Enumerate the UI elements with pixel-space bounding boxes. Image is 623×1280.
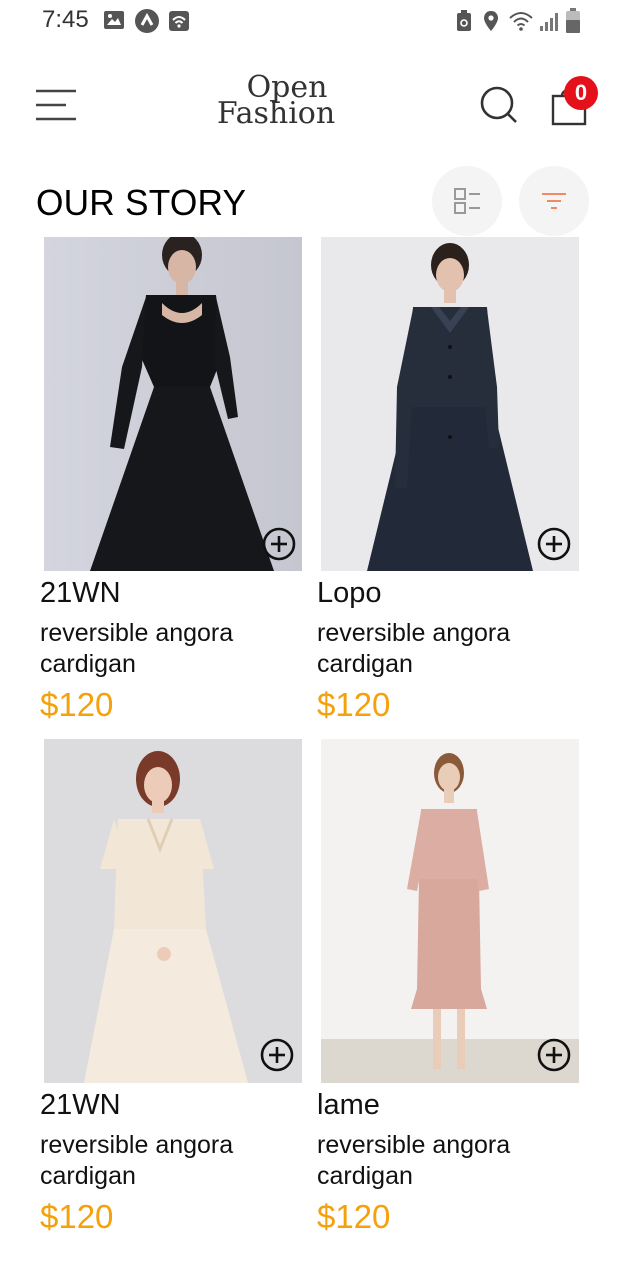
- add-to-cart-button[interactable]: [535, 525, 573, 563]
- product-name: reversible angora cardigan: [317, 619, 511, 678]
- product-image[interactable]: [44, 739, 302, 1083]
- filter-icon: [542, 193, 566, 209]
- search-button[interactable]: [478, 84, 520, 126]
- location-icon: [484, 11, 498, 31]
- product-brand: 21WN: [40, 1089, 121, 1121]
- black-dress-photo: [44, 237, 302, 571]
- plus-circle-icon: [260, 1038, 294, 1072]
- app-header: Open Fashion: [0, 60, 623, 160]
- logo-line-2: Fashion: [216, 96, 336, 131]
- cart-count-badge: 0: [564, 76, 598, 110]
- wifi-icon: [509, 12, 533, 31]
- plus-circle-icon: [537, 1038, 571, 1072]
- product-brand: lame: [317, 1089, 380, 1121]
- wifi-notification-icon: [169, 11, 189, 31]
- add-to-cart-button[interactable]: [535, 1036, 573, 1074]
- cream-dress-photo: [44, 739, 302, 1083]
- product-name: reversible angora cardigan: [40, 1131, 234, 1190]
- product-brand: 21WN: [40, 577, 121, 609]
- battery-icon: [566, 8, 580, 33]
- plus-circle-icon: [262, 527, 296, 561]
- app-logo: Open Fashion: [196, 73, 356, 138]
- list-view-icon: [454, 188, 480, 214]
- product-price: $120: [40, 1198, 114, 1235]
- search-icon: [480, 86, 517, 123]
- product-brand: Lopo: [317, 577, 382, 609]
- status-time: 7:45: [42, 6, 89, 33]
- gallery-notification-icon: [104, 11, 124, 29]
- app-notification-icon: [135, 9, 159, 33]
- product-image[interactable]: [321, 739, 579, 1083]
- filter-button[interactable]: [519, 166, 589, 236]
- view-toggle-button[interactable]: [432, 166, 502, 236]
- signal-icon: [540, 13, 558, 31]
- product-price: $120: [40, 686, 114, 723]
- menu-button[interactable]: [34, 88, 78, 122]
- navy-dress-photo: [321, 237, 579, 571]
- pink-dress-photo: [321, 739, 579, 1083]
- product-image[interactable]: [321, 237, 579, 571]
- page-title: OUR STORY: [36, 182, 247, 223]
- add-to-cart-button[interactable]: [258, 1036, 296, 1074]
- add-to-cart-button[interactable]: [260, 525, 298, 563]
- plus-circle-icon: [537, 527, 571, 561]
- product-price: $120: [317, 1198, 391, 1235]
- product-name: reversible angora cardigan: [317, 1131, 511, 1190]
- title-row: OUR STORY: [0, 166, 623, 238]
- menu-icon: [36, 89, 76, 121]
- status-bar: 7:45: [0, 0, 623, 44]
- product-name: reversible angora cardigan: [40, 619, 234, 678]
- product-price: $120: [317, 686, 391, 723]
- data-saver-icon: [457, 10, 471, 31]
- product-image[interactable]: [44, 237, 302, 571]
